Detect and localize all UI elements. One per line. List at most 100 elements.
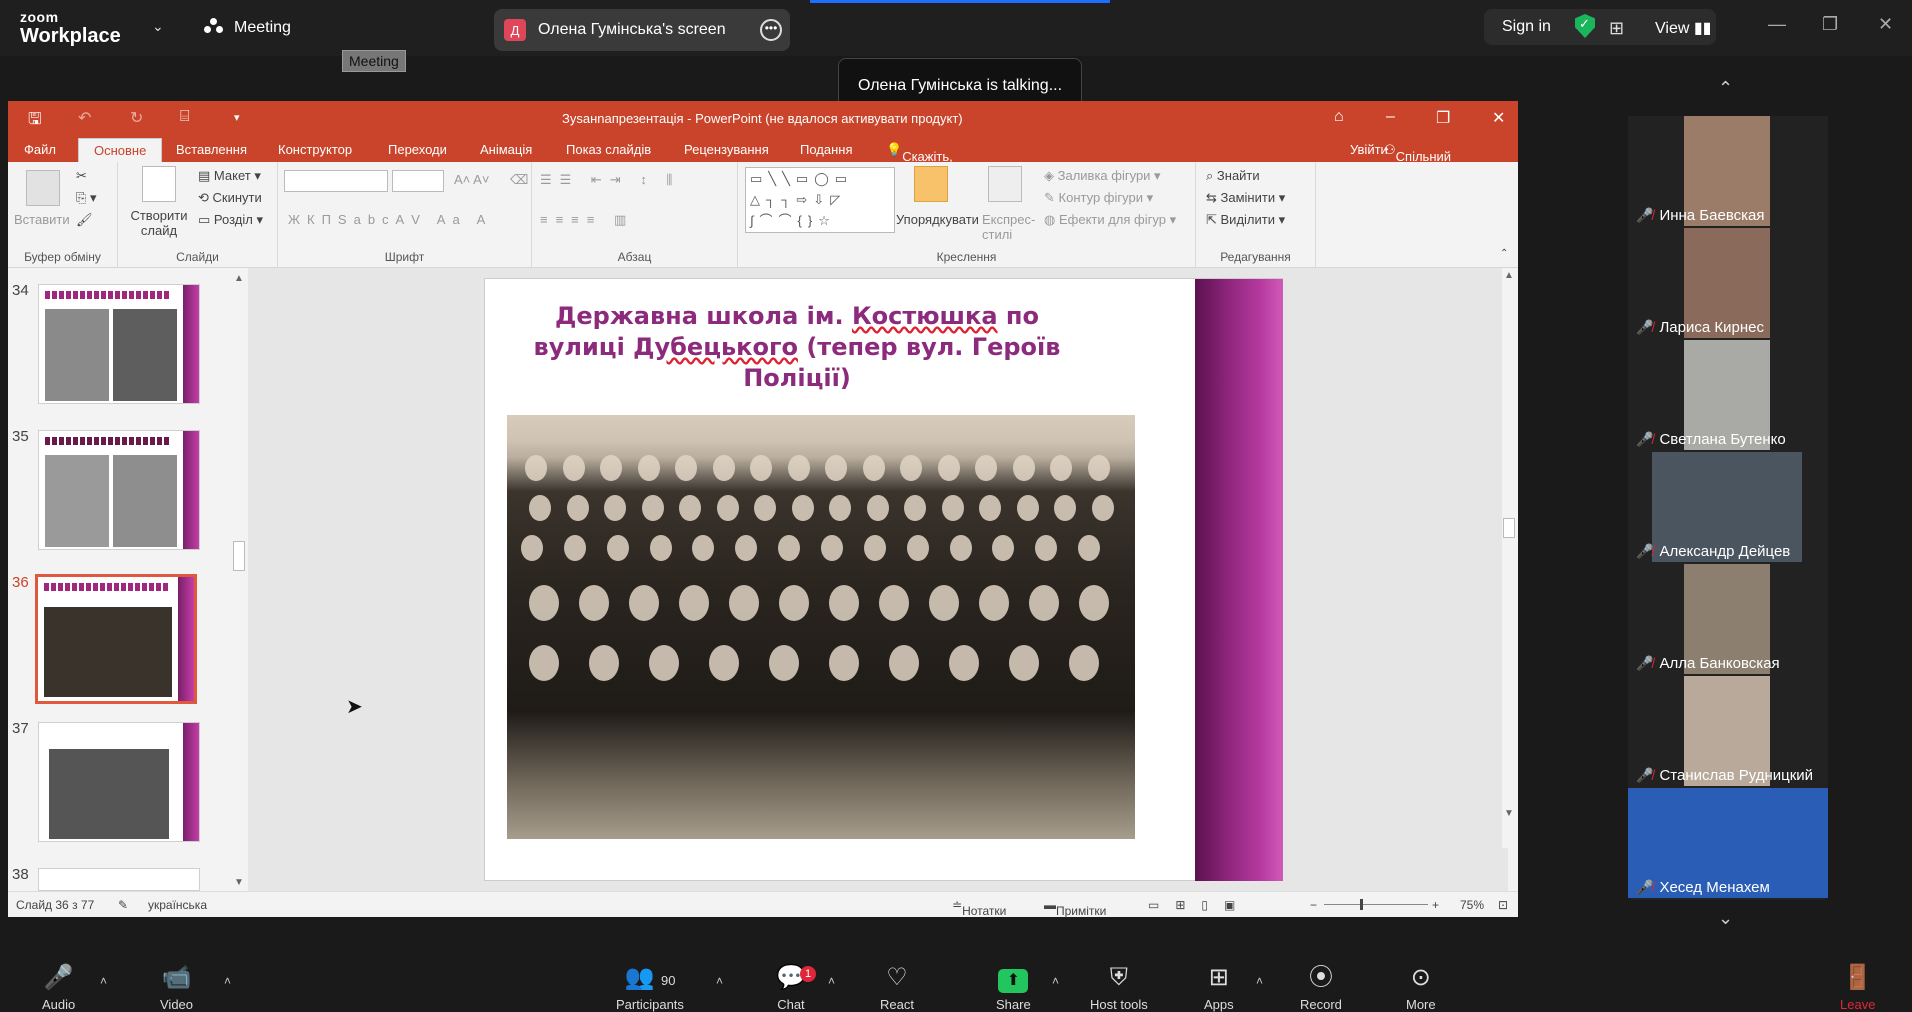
apps-button[interactable]: ⊞ Apps xyxy=(1204,964,1234,1011)
section-button[interactable]: ▭ Розділ ▾ xyxy=(198,212,263,228)
chevron-down-icon[interactable]: ⌄ xyxy=(152,18,164,35)
scroll-down-icon[interactable]: ▼ xyxy=(234,877,244,888)
participants-caret-icon[interactable]: ˄ xyxy=(716,974,723,988)
close-icon[interactable]: ✕ xyxy=(1878,14,1893,35)
maximize-icon[interactable]: ❐ xyxy=(1822,14,1838,35)
share-caret-icon[interactable]: ˄ xyxy=(1052,974,1059,988)
arrange-button[interactable]: Упорядкувати xyxy=(896,212,979,227)
cut-icon[interactable]: ✂ xyxy=(76,168,87,184)
font-size-combo[interactable] xyxy=(392,170,444,192)
tab-file[interactable]: Файл xyxy=(24,142,56,157)
scroll-thumb[interactable] xyxy=(233,541,245,571)
ppt-sign-in[interactable]: Увійти xyxy=(1350,142,1388,157)
participant-tile[interactable]: 🎤̸ Станислав Рудницкий xyxy=(1628,676,1828,788)
screen-share-pill[interactable]: Д Олена Гумінська's screen ••• xyxy=(494,9,790,51)
spellcheck-icon[interactable]: ✎ xyxy=(118,898,128,912)
shape-effects-button[interactable]: ◍ Ефекти для фігур ▾ xyxy=(1044,212,1176,228)
current-slide[interactable]: Державна школа ім. Костюшка по вулиці Ду… xyxy=(484,278,1283,881)
view-mode-icons[interactable]: ▭⊞▯▣ xyxy=(1148,898,1251,912)
share-button[interactable]: ⬆ Share xyxy=(996,964,1031,1011)
participant-tile[interactable]: 🎤̸ Инна Баевская xyxy=(1628,116,1828,228)
zoom-out-icon[interactable]: − xyxy=(1310,898,1317,912)
tab-insert[interactable]: Вставлення xyxy=(176,142,247,157)
slide-title[interactable]: Державна школа ім. Костюшка по вулиці Ду… xyxy=(517,301,1077,394)
arrange-icon[interactable] xyxy=(914,166,948,202)
slide-thumbnail-38[interactable] xyxy=(38,868,200,891)
tab-animations[interactable]: Анімація xyxy=(480,142,532,157)
host-tools-button[interactable]: ⛨ Host tools xyxy=(1090,964,1148,1011)
tab-transitions[interactable]: Переходи xyxy=(388,142,447,157)
clear-format-icon[interactable]: ⌫ xyxy=(510,172,528,188)
more-options-icon[interactable]: ••• xyxy=(760,19,782,41)
shape-fill-button[interactable]: ◈ Заливка фігури ▾ xyxy=(1044,168,1161,184)
thumbnail-scrollbar[interactable]: ▲ ▼ xyxy=(232,271,246,891)
zoom-slider[interactable] xyxy=(1324,904,1428,905)
new-slide-icon[interactable] xyxy=(142,166,176,202)
reset-button[interactable]: ⟲ Скинути xyxy=(198,190,262,206)
select-button[interactable]: ⇱ Виділити ▾ xyxy=(1206,212,1285,228)
font-format-icons[interactable]: ЖКПSabcАV Aa A xyxy=(288,212,492,227)
audio-button[interactable]: 🎤 Audio xyxy=(42,964,75,1011)
slide-thumbnail-35[interactable] xyxy=(38,430,200,550)
participant-tile[interactable]: 🎤̸ Хесед Менахем xyxy=(1628,788,1828,900)
minimize-icon[interactable]: — xyxy=(1768,14,1786,35)
redo-icon[interactable]: ↻ xyxy=(130,108,143,128)
slide-editor[interactable]: Державна школа ім. Костюшка по вулиці Ду… xyxy=(248,268,1508,891)
fit-slide-icon[interactable]: ⊡ xyxy=(1498,898,1508,912)
gallery-down-icon[interactable]: ⌄ xyxy=(1718,908,1733,929)
scroll-up-icon[interactable]: ▲ xyxy=(1504,270,1514,281)
grow-font-icon[interactable]: A˄ A˅ xyxy=(454,172,489,187)
participant-tile[interactable]: 🎤̸ Александр Дейцев xyxy=(1628,452,1828,564)
gallery-up-icon[interactable]: ⌃ xyxy=(1718,78,1733,99)
paste-button[interactable]: Вставити xyxy=(14,212,70,227)
slide-thumbnail-37[interactable] xyxy=(38,722,200,842)
more-button[interactable]: ⊙ More xyxy=(1406,964,1436,1011)
react-button[interactable]: ♡ React xyxy=(880,964,914,1011)
find-button[interactable]: ⌕ Знайти xyxy=(1206,168,1260,184)
ribbon-display-icon[interactable]: ⌂ xyxy=(1334,108,1344,126)
chat-caret-icon[interactable]: ˄ xyxy=(828,974,835,988)
copy-icon[interactable]: ⎘ ▾ xyxy=(76,190,97,206)
scroll-up-icon[interactable]: ▲ xyxy=(234,273,244,284)
leave-button[interactable]: 🚪 Leave xyxy=(1840,964,1875,1011)
align-icons[interactable]: ≡≡≡≡ ▥ xyxy=(540,212,634,228)
zoom-in-icon[interactable]: + xyxy=(1432,898,1439,912)
format-painter-icon[interactable]: 🖌 xyxy=(76,212,93,228)
tab-view[interactable]: Подання xyxy=(800,142,853,157)
notes-button[interactable]: ≐ Нотатки xyxy=(952,898,1006,918)
participants-button[interactable]: 👥 90 Participants xyxy=(616,964,684,1011)
present-icon[interactable]: ⌸ xyxy=(180,108,190,126)
font-name-combo[interactable] xyxy=(284,170,388,192)
save-icon[interactable]: 🖫 xyxy=(28,108,42,135)
group-photo[interactable] xyxy=(507,415,1135,839)
participant-tile[interactable]: 🎤̸ Лариса Кирнес xyxy=(1628,228,1828,340)
scroll-thumb[interactable] xyxy=(1503,518,1515,538)
tab-slideshow[interactable]: Показ слайдів xyxy=(566,142,651,157)
layout-button[interactable]: ▤ Макет ▾ xyxy=(198,168,261,184)
zoom-slider-thumb[interactable] xyxy=(1360,899,1363,910)
slide-thumbnail-34[interactable] xyxy=(38,284,200,404)
tell-me-search[interactable]: 💡 Скажіть, що потрібно зробити... xyxy=(886,142,961,209)
share-access-button[interactable]: ⚇ Спільний доступ xyxy=(1384,142,1451,179)
apps-caret-icon[interactable]: ˄ xyxy=(1256,974,1263,988)
video-button[interactable]: 📹 Video xyxy=(160,964,193,1011)
quick-styles-icon[interactable] xyxy=(988,166,1022,202)
record-button[interactable]: ⦿ Record xyxy=(1300,964,1342,1011)
participant-tile[interactable]: 🎤̸ Алла Банковская xyxy=(1628,564,1828,676)
comments-button[interactable]: ▬ Примітки xyxy=(1044,898,1106,918)
participant-tile[interactable]: 🎤̸ Светлана Бутенко xyxy=(1628,340,1828,452)
sign-in-button[interactable]: Sign in xyxy=(1502,18,1551,36)
undo-icon[interactable]: ↶ xyxy=(78,108,91,128)
tab-home[interactable]: Основне xyxy=(78,138,163,162)
ppt-minimize-icon[interactable]: – xyxy=(1386,108,1395,126)
tab-design[interactable]: Конструктор xyxy=(278,142,352,157)
new-slide-button[interactable]: Створити слайд xyxy=(130,208,188,238)
video-caret-icon[interactable]: ˄ xyxy=(224,974,231,988)
slide-thumbnail-36[interactable] xyxy=(35,574,197,704)
shield-check-icon[interactable] xyxy=(1575,14,1595,38)
tab-review[interactable]: Рецензування xyxy=(684,142,769,157)
apps-grid-icon[interactable]: ⊞ xyxy=(1609,18,1624,39)
replace-button[interactable]: ⇆ Замінити ▾ xyxy=(1206,190,1285,206)
slide-scrollbar[interactable]: ▲ ▼ xyxy=(1502,268,1516,848)
zoom-level[interactable]: 75% xyxy=(1460,898,1484,912)
